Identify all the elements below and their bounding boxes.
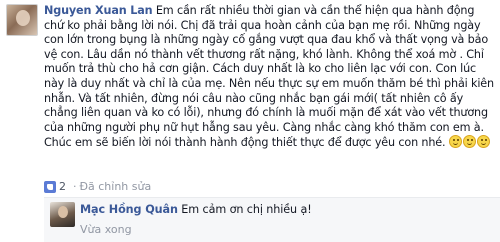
smiley-icon — [448, 135, 462, 149]
emoji-group — [448, 135, 491, 149]
reply-author-link[interactable]: Mạc Hồng Quân — [80, 203, 178, 216]
reply-body: Mạc Hồng Quân Em cảm ơn chị nhiều ạ! — [80, 203, 312, 217]
edited-label[interactable]: Đã chỉnh sửa — [80, 179, 152, 195]
thumbs-up-icon[interactable] — [44, 181, 56, 193]
avatar[interactable] — [6, 4, 38, 36]
comment-author-link[interactable]: Nguyen Xuan Lan — [44, 4, 153, 17]
smiley-icon — [462, 135, 476, 149]
like-count[interactable]: 2 — [59, 179, 66, 195]
reply: Mạc Hồng Quân Em cảm ơn chị nhiều ạ! Vừa… — [44, 197, 500, 242]
meta-separator: · — [73, 180, 77, 193]
comment-meta: 2 · Đã chỉnh sửa — [44, 179, 151, 195]
reply-timestamp[interactable]: Vừa xong — [80, 223, 132, 237]
comment-body: Nguyen Xuan Lan Em cần rất nhiều thời gi… — [44, 4, 496, 151]
reply-text: Em cảm ơn chị nhiều ạ! — [181, 203, 312, 216]
reply-avatar[interactable] — [50, 202, 75, 227]
comment-text: Em cần rất nhiều thời gian và cần thể hi… — [44, 4, 494, 150]
smiley-icon — [476, 135, 490, 149]
